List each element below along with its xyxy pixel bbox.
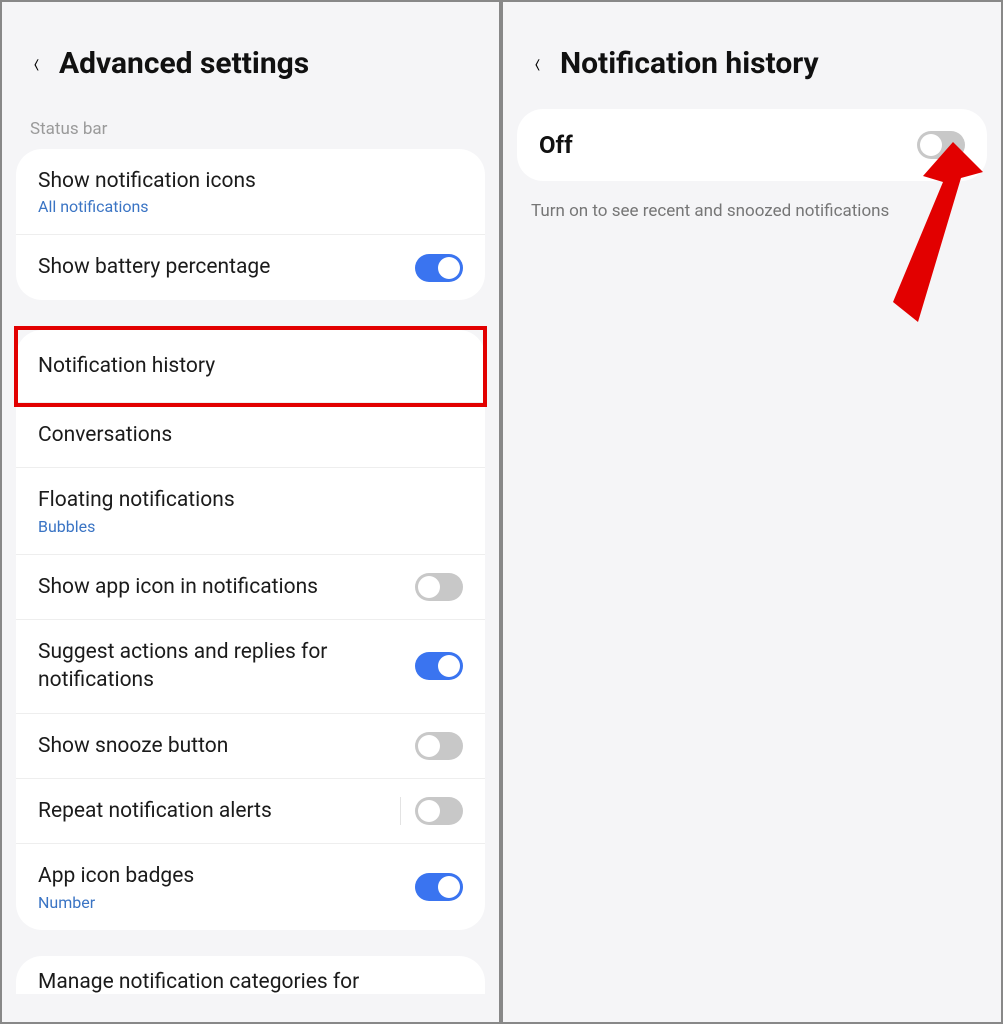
cutoff-group: Manage notification categories for <box>16 956 485 994</box>
row-notification-history[interactable]: Notification history <box>16 330 485 403</box>
advanced-settings-screen: ‹ Advanced settings Status bar Show noti… <box>0 0 501 1024</box>
row-title: Notification history <box>38 352 463 380</box>
toggle-repeat-alerts[interactable] <box>415 797 463 825</box>
page-title: Notification history <box>560 46 819 81</box>
row-suggest-actions[interactable]: Suggest actions and replies for notifica… <box>16 620 485 714</box>
row-title: App icon badges <box>38 862 415 890</box>
row-subtitle: Bubbles <box>38 517 463 536</box>
page-title: Advanced settings <box>59 46 309 81</box>
toggle-suggest-actions[interactable] <box>415 652 463 680</box>
row-title: Conversations <box>38 421 463 449</box>
row-show-battery-percentage[interactable]: Show battery percentage <box>16 235 485 299</box>
toggle-card: Off <box>517 109 987 181</box>
row-cutoff[interactable]: Manage notification categories for <box>16 956 485 994</box>
notification-history-screen: ‹ Notification history Off Turn on to se… <box>501 0 1003 1024</box>
row-app-icon-badges[interactable]: App icon badges Number <box>16 844 485 929</box>
row-conversations[interactable]: Conversations <box>16 403 485 468</box>
row-title: Show notification icons <box>38 167 463 195</box>
row-title: Show snooze button <box>38 732 415 760</box>
row-subtitle: Number <box>38 893 415 912</box>
header: ‹ Advanced settings <box>2 2 499 89</box>
row-title: Show app icon in notifications <box>38 573 415 601</box>
row-repeat-alerts[interactable]: Repeat notification alerts <box>16 779 485 844</box>
row-subtitle: All notifications <box>38 197 463 216</box>
toggle-show-app-icon[interactable] <box>415 573 463 601</box>
highlighted-notification-history: Notification history <box>16 330 485 403</box>
back-icon[interactable]: ‹ <box>33 46 39 81</box>
row-show-notification-icons[interactable]: Show notification icons All notification… <box>16 149 485 235</box>
toggle-battery-percentage[interactable] <box>415 254 463 282</box>
row-show-snooze[interactable]: Show snooze button <box>16 714 485 779</box>
row-show-app-icon[interactable]: Show app icon in notifications <box>16 555 485 620</box>
notifications-group: Conversations Floating notifications Bub… <box>16 403 485 930</box>
toggle-notification-history[interactable] <box>917 131 965 159</box>
hint-text: Turn on to see recent and snoozed notifi… <box>503 181 1001 221</box>
row-title: Floating notifications <box>38 486 463 514</box>
status-bar-group: Show notification icons All notification… <box>16 149 485 300</box>
header: ‹ Notification history <box>503 2 1001 89</box>
section-label-status-bar: Status bar <box>2 89 499 149</box>
toggle-show-snooze[interactable] <box>415 732 463 760</box>
row-floating-notifications[interactable]: Floating notifications Bubbles <box>16 468 485 554</box>
back-icon[interactable]: ‹ <box>534 46 540 81</box>
row-title: Suggest actions and replies for notifica… <box>38 638 415 695</box>
row-title: Show battery percentage <box>38 253 415 281</box>
state-label: Off <box>539 131 573 159</box>
toggle-app-icon-badges[interactable] <box>415 873 463 901</box>
row-title: Repeat notification alerts <box>38 797 400 825</box>
